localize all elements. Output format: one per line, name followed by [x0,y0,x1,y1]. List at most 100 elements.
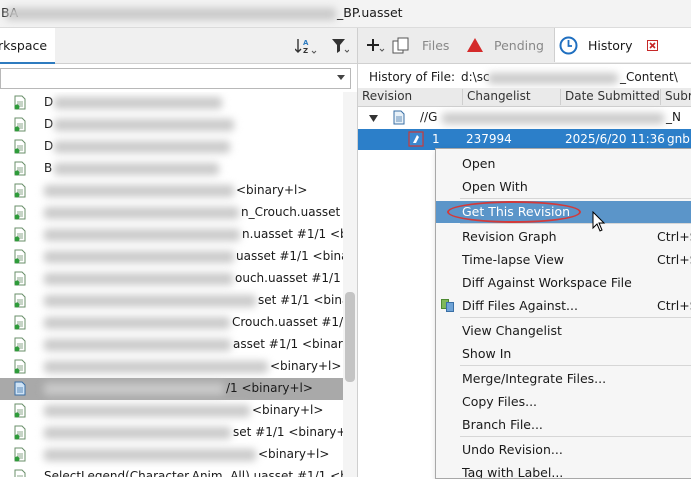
file-list-item[interactable]: asset #1/1 <binary+l [0,334,343,356]
file-icon [14,403,26,418]
file-list-item[interactable]: ouch.uasset #1/1 <bi [0,268,343,290]
menu-item-revision-graph[interactable]: Revision Graph Ctrl+S [436,226,691,248]
file-list-item[interactable]: D [0,114,343,136]
file-icon [14,469,26,477]
depot-file-row[interactable]: //G _N [358,107,691,129]
column-revision[interactable]: Revision [358,89,463,105]
menu-item-undo-revision[interactable]: Undo Revision... [436,439,691,461]
file-name-redacted [44,273,233,285]
tab-workspace[interactable]: rkspace [0,28,55,64]
annotation-ellipse [447,201,581,223]
file-list-item[interactable]: <binary+l> [0,356,343,378]
file-icon [14,381,26,396]
menu-item-open-with[interactable]: Open With [436,176,691,198]
file-icon [14,183,26,198]
revision-date: 2025/6/20 11:36 [565,132,665,146]
depot-path-redacted [442,113,664,124]
menu-separator [460,365,691,366]
tab-workspace-label: rkspace [0,38,48,53]
file-list-item[interactable]: D [0,136,343,158]
pending-icon [467,38,483,52]
workspace-filter-dropdown[interactable] [0,68,351,89]
file-list-item[interactable]: <binary+l> [0,444,343,466]
tab-files[interactable]: Files [390,28,458,62]
file-name-redacted [44,449,256,461]
file-icon [14,249,26,264]
menu-separator [460,198,691,199]
expand-arrow-icon[interactable] [369,115,378,122]
menu-separator [460,317,691,318]
workspace-panel: rkspace A Z D D D B <binary+l> n_Crouch.uasse… [0,28,358,477]
menu-item-diff-against-workspace-file[interactable]: Diff Against Workspace File [436,272,691,294]
file-list-item[interactable]: set #1/1 <binary+l> [0,422,343,444]
menu-item-view-changelist[interactable]: View Changelist [436,320,691,342]
menu-item-branch-file[interactable]: Branch File... [436,414,691,436]
file-list-item[interactable]: n_Crouch.uasset #1 [0,202,343,224]
file-list-item[interactable]: /1 <binary+l> [0,378,343,400]
menu-item-diff-files-against[interactable]: Diff Files Against... Ctrl+S [436,295,691,317]
file-list-item[interactable]: n.uasset #1/1 <bina [0,224,343,246]
revision-row[interactable]: 1 237994 2025/6/20 11:36 gnb [358,129,691,150]
menu-separator [460,223,691,224]
file-list-item[interactable]: SelectLegend(Character.Anim..All).uasset… [0,466,343,477]
file-list-item[interactable]: Crouch.uasset #1/1 [0,312,343,334]
column-changelist[interactable]: Changelist [463,89,561,105]
file-name-redacted [54,97,222,109]
file-list-item[interactable]: set #1/1 <binary+ [0,290,343,312]
file-list-item[interactable]: B [0,158,343,180]
menu-item-tag-with-label[interactable]: Tag with Label... [436,462,691,478]
tab-pending[interactable]: Pending [462,28,550,62]
file-name-redacted [44,207,239,219]
svg-text:Z: Z [303,47,308,55]
menu-item-label: Branch File... [462,417,543,432]
depot-path-end: _N [666,110,681,124]
menu-item-show-in[interactable]: Show In [436,343,691,365]
title-redacted [6,8,336,20]
menu-item-shortcut: Ctrl+S [657,298,691,313]
file-icon [14,337,26,352]
revision-number: 1 [432,132,440,146]
menu-item-label: Copy Files... [462,394,538,409]
file-list-item[interactable]: <binary+l> [0,400,343,422]
revision-user: gnb [667,132,690,146]
tab-history[interactable]: History [554,28,691,62]
file-list-item[interactable]: D [0,92,343,114]
history-of-file-bar: History of File: d:\sc _Content\ [358,67,691,90]
file-name-redacted [54,163,219,175]
menu-item-open[interactable]: Open [436,153,691,175]
file-name-start: D [44,139,54,153]
menu-item-label: Open With [462,179,528,194]
history-path-redacted [488,73,618,84]
file-name-redacted [44,361,268,373]
file-icon [14,227,26,242]
menu-item-shortcut: Ctrl+S [657,229,691,244]
sort-icon[interactable]: A Z [295,37,317,55]
left-tab-bar: rkspace A Z [0,28,357,64]
filter-icon[interactable] [331,38,349,54]
revision-icon [408,131,424,147]
menu-item-copy-files[interactable]: Copy Files... [436,391,691,413]
file-name-redacted [44,383,224,395]
column-submitter[interactable]: Subr [661,89,691,105]
file-name-suffix: n_Crouch.uasset #1 [241,205,343,219]
add-icon[interactable] [366,36,386,54]
file-list-item[interactable]: uasset #1/1 <binar [0,246,343,268]
scrollbar-thumb[interactable] [345,292,355,382]
tab-files-label: Files [422,38,450,53]
menu-item-merge-integrate-files[interactable]: Merge/Integrate Files... [436,368,691,390]
menu-item-time-lapse-view[interactable]: Time-lapse View Ctrl+S [436,249,691,271]
menu-item-label: Merge/Integrate Files... [462,371,607,386]
history-of-file-label: History of File: [369,70,456,84]
menu-item-label: Revision Graph [462,229,557,244]
file-name-suffix: <binary+l> [236,183,308,197]
menu-item-shortcut: Ctrl+S [657,252,691,267]
vertical-scrollbar[interactable] [343,92,357,477]
file-name-start: SelectLegend(Character.Anim..All).uasset… [44,469,343,477]
close-icon[interactable] [647,40,658,51]
menu-separator [460,436,691,437]
file-name-redacted [54,141,230,153]
file-list: DDDB<binary+l>n_Crouch.uasset #1n.uasset… [0,92,343,477]
column-date-submitted[interactable]: Date Submitted [561,89,661,105]
file-list-item[interactable]: <binary+l> [0,180,343,202]
menu-item-label: Show In [462,346,512,361]
